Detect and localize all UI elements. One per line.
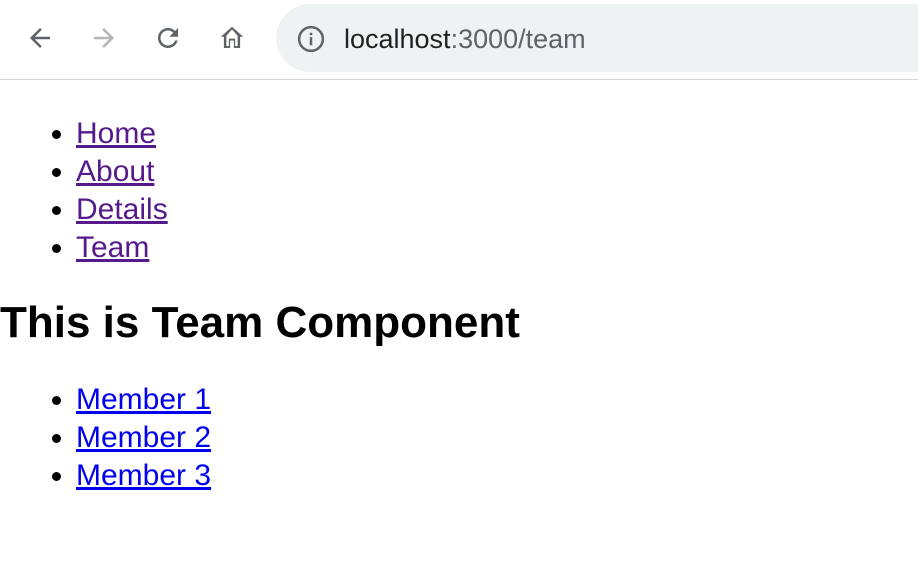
- url-host: localhost: [344, 24, 451, 54]
- nav-list: Home About Details Team: [0, 115, 918, 267]
- list-item: Member 2: [76, 419, 918, 457]
- nav-link-details[interactable]: Details: [76, 193, 168, 226]
- info-icon[interactable]: [296, 24, 326, 54]
- home-icon: [220, 26, 244, 48]
- page-content: Home About Details Team This is Team Com…: [0, 80, 918, 495]
- member-link-1[interactable]: Member 1: [76, 383, 211, 416]
- reload-icon: [158, 28, 178, 48]
- url-path: :3000/team: [450, 24, 586, 54]
- member-link-2[interactable]: Member 2: [76, 421, 211, 454]
- list-item: Member 1: [76, 381, 918, 419]
- browser-toolbar: localhost:3000/team: [0, 0, 918, 80]
- member-link-3[interactable]: Member 3: [76, 459, 211, 492]
- arrow-right-icon: [94, 28, 114, 48]
- address-bar[interactable]: localhost:3000/team: [276, 4, 918, 72]
- back-button[interactable]: [20, 18, 60, 58]
- page-title: This is Team Component: [0, 298, 520, 347]
- list-item: Member 3: [76, 457, 918, 495]
- reload-button[interactable]: [148, 18, 188, 58]
- nav-link-team[interactable]: Team: [76, 231, 149, 264]
- nav-link-about[interactable]: About: [76, 155, 154, 188]
- url-text[interactable]: localhost:3000/team: [344, 22, 586, 56]
- list-item: Details: [76, 191, 918, 229]
- arrow-left-icon: [30, 28, 50, 48]
- list-item: Home: [76, 115, 918, 153]
- home-button[interactable]: [212, 18, 252, 58]
- list-item: About: [76, 153, 918, 191]
- forward-button[interactable]: [84, 18, 124, 58]
- member-list: Member 1 Member 2 Member 3: [0, 381, 918, 495]
- list-item: Team: [76, 229, 918, 267]
- nav-link-home[interactable]: Home: [76, 117, 156, 150]
